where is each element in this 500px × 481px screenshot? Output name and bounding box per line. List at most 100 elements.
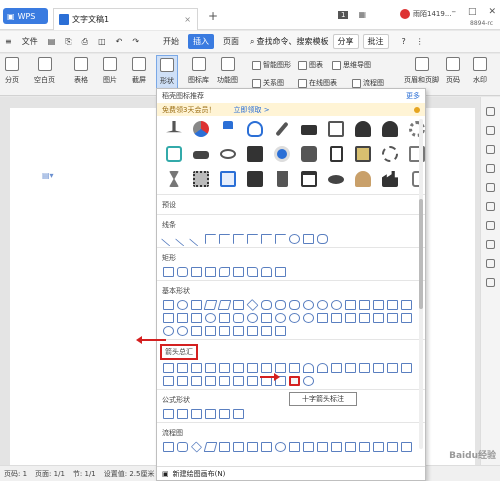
flow-shape[interactable] <box>289 442 300 452</box>
line-shape[interactable] <box>219 234 230 244</box>
basic-shape[interactable] <box>275 300 286 310</box>
close-tab-icon[interactable]: × <box>184 15 191 24</box>
basic-shape[interactable] <box>289 313 300 323</box>
arrow-shape[interactable] <box>401 363 412 373</box>
flow-shape[interactable] <box>233 442 244 452</box>
smart-art-button[interactable]: 智能图形 <box>252 60 291 70</box>
pin-icon[interactable] <box>166 121 182 133</box>
rect-shape[interactable] <box>205 267 216 277</box>
sidebar-help-icon[interactable] <box>486 278 495 287</box>
basic-shape[interactable] <box>191 300 202 310</box>
line-shape[interactable] <box>233 234 244 244</box>
arrow-shape[interactable] <box>247 376 258 386</box>
arrow-shape[interactable] <box>275 363 286 373</box>
flow-shape[interactable] <box>203 442 218 452</box>
basic-shape[interactable] <box>177 313 188 323</box>
basic-shape[interactable] <box>163 326 174 336</box>
undo-icon[interactable]: ↶ <box>111 37 128 46</box>
flow-shape[interactable] <box>331 442 342 452</box>
flow-shape[interactable] <box>387 442 398 452</box>
basic-shape[interactable] <box>246 299 259 311</box>
basic-shape[interactable] <box>387 300 398 310</box>
sidebar-settings-icon[interactable] <box>486 164 495 173</box>
icon-library-button[interactable]: 图标库 <box>188 57 209 85</box>
arrow-shape[interactable] <box>233 376 244 386</box>
dropdown-scrollbar[interactable] <box>419 119 423 449</box>
pie-chart-icon[interactable] <box>193 121 209 137</box>
minus-shape[interactable] <box>177 409 188 419</box>
scrollbar-thumb[interactable] <box>419 199 423 309</box>
sidebar-select-icon[interactable] <box>486 126 495 135</box>
basic-shape[interactable] <box>373 313 384 323</box>
plus-shape[interactable] <box>163 409 174 419</box>
comment-button[interactable]: 批注 <box>362 34 389 49</box>
basic-shape[interactable] <box>177 326 188 336</box>
picture-button[interactable]: 图片 <box>103 57 117 85</box>
users-icon[interactable] <box>355 121 371 137</box>
basic-shape[interactable] <box>247 326 258 336</box>
flow-shape[interactable] <box>177 442 188 452</box>
notebook-icon[interactable] <box>328 121 344 137</box>
basic-shape[interactable] <box>303 313 314 323</box>
basic-shape[interactable] <box>219 326 230 336</box>
flow-shape[interactable] <box>317 442 328 452</box>
rect-shape[interactable] <box>233 267 244 277</box>
bulb-icon[interactable] <box>247 121 263 137</box>
basic-shape[interactable] <box>261 313 272 323</box>
arrow-shape[interactable] <box>191 363 202 373</box>
basic-shape[interactable] <box>345 313 356 323</box>
menu-page[interactable]: 页面 <box>218 36 244 47</box>
watermark-button[interactable]: 水印 <box>473 57 487 85</box>
basic-shape[interactable] <box>289 300 300 310</box>
arrow-shape[interactable] <box>331 363 342 373</box>
arrow-shape[interactable] <box>345 363 356 373</box>
divide-shape[interactable] <box>205 409 216 419</box>
line-shape[interactable] <box>275 234 286 244</box>
flow-shape[interactable] <box>247 442 258 452</box>
more-link[interactable]: 更多 <box>406 91 420 101</box>
car-icon[interactable] <box>193 151 209 159</box>
share-button[interactable]: 分享 <box>332 34 359 49</box>
basic-shape[interactable] <box>233 326 244 336</box>
wps-home-tab[interactable]: ▣ WPS <box>3 8 48 24</box>
basic-shape[interactable] <box>203 300 218 310</box>
maximize-icon[interactable]: □ <box>468 7 477 17</box>
mailbox-icon[interactable] <box>166 146 182 162</box>
basic-shape[interactable] <box>401 300 412 310</box>
basic-shape[interactable] <box>261 326 272 336</box>
page-break-button[interactable]: 分页 <box>5 57 19 85</box>
basic-shape[interactable] <box>359 300 370 310</box>
multiply-shape[interactable] <box>191 409 202 419</box>
arrow-shape[interactable] <box>219 376 230 386</box>
crab-icon[interactable] <box>328 175 344 184</box>
curve-shape[interactable] <box>289 234 300 244</box>
cloud-icon[interactable] <box>220 149 236 159</box>
line-shape[interactable] <box>175 231 190 247</box>
line-shape[interactable] <box>261 234 272 244</box>
menu-insert[interactable]: 插入 <box>188 34 215 49</box>
arrow-shape[interactable] <box>359 363 370 373</box>
sidebar-pen-icon[interactable] <box>486 107 495 116</box>
basic-shape[interactable] <box>217 300 232 310</box>
basic-shape[interactable] <box>317 313 328 323</box>
basic-shape[interactable] <box>275 326 286 336</box>
sidebar-layout-icon[interactable] <box>486 221 495 230</box>
flow-shape[interactable] <box>359 442 370 452</box>
arrow-shape[interactable] <box>163 363 174 373</box>
basic-shape[interactable] <box>359 313 370 323</box>
line-shape[interactable] <box>161 231 176 247</box>
basic-shape[interactable] <box>205 326 216 336</box>
sidebar-doc-icon[interactable] <box>486 202 495 211</box>
basic-shape[interactable] <box>303 300 314 310</box>
basic-shape[interactable] <box>233 300 244 310</box>
basic-shape[interactable] <box>373 300 384 310</box>
arrow-shape[interactable] <box>261 363 272 373</box>
film-icon[interactable] <box>193 171 209 187</box>
online-chart-button[interactable]: 在线图表 <box>298 78 337 88</box>
basic-shape[interactable] <box>247 313 258 323</box>
function-chart-button[interactable]: 功能图 <box>217 57 238 85</box>
new-canvas-item[interactable]: ▣ 新建绘图画布(N) <box>157 466 425 480</box>
vip-banner[interactable]: 免费领3天会员！ 立即领取 > <box>157 103 425 116</box>
arrow-shape[interactable] <box>289 363 300 373</box>
arrow-shape[interactable] <box>205 376 216 386</box>
